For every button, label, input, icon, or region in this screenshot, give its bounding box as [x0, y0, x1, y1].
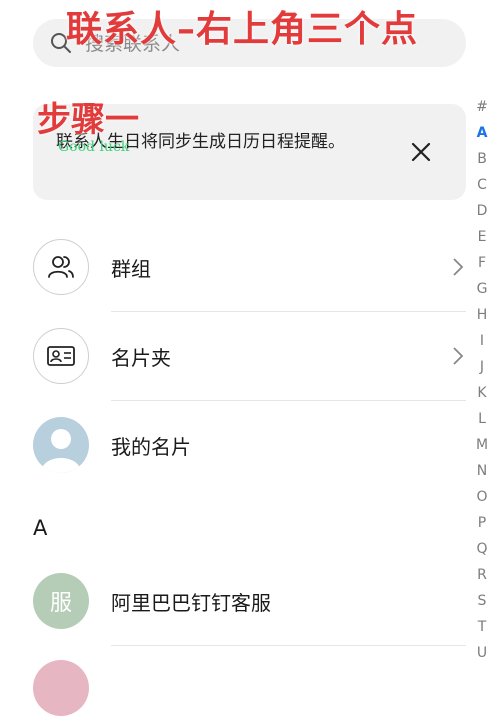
- index-letter[interactable]: E: [468, 224, 496, 250]
- alphabet-index[interactable]: # A B C D E F G H I J K L M N O P Q R S T U: [468, 94, 496, 666]
- groups-row[interactable]: 群组: [33, 223, 466, 311]
- contact-row[interactable]: 服 阿里巴巴钉钉客服: [33, 557, 466, 645]
- card-holder-row[interactable]: 名片夹: [33, 312, 466, 400]
- index-letter[interactable]: Q: [468, 536, 496, 562]
- index-letter[interactable]: F: [468, 250, 496, 276]
- my-card-row[interactable]: 我的名片: [33, 401, 466, 489]
- contact-avatar: 服: [33, 573, 89, 629]
- my-avatar: [33, 417, 89, 473]
- index-letter[interactable]: K: [468, 380, 496, 406]
- index-letter[interactable]: S: [468, 588, 496, 614]
- index-letter[interactable]: M: [468, 432, 496, 458]
- index-letter[interactable]: U: [468, 640, 496, 666]
- index-letter[interactable]: R: [468, 562, 496, 588]
- index-letter[interactable]: J: [468, 354, 496, 380]
- index-letter[interactable]: L: [468, 406, 496, 432]
- person-placeholder-icon: [41, 429, 81, 473]
- index-letter[interactable]: #: [468, 94, 496, 120]
- index-letter[interactable]: P: [468, 510, 496, 536]
- contact-avatar: [33, 660, 89, 716]
- watermark-text: Good luck: [58, 139, 130, 155]
- groups-label: 群组: [111, 257, 151, 281]
- card-holder-avatar: [33, 328, 89, 384]
- index-letter[interactable]: O: [468, 484, 496, 510]
- business-card-icon: [47, 346, 75, 366]
- chevron-right-icon: [453, 258, 464, 276]
- index-letter[interactable]: C: [468, 172, 496, 198]
- index-letter[interactable]: A: [468, 120, 496, 146]
- annotation-title: 联系人–右上角三个点: [66, 8, 419, 50]
- index-letter[interactable]: D: [468, 198, 496, 224]
- section-header-a: A: [33, 516, 48, 540]
- divider: [111, 645, 466, 646]
- annotation-step: 步骤一: [37, 100, 139, 140]
- index-letter[interactable]: G: [468, 276, 496, 302]
- group-icon: [48, 256, 74, 278]
- index-letter[interactable]: N: [468, 458, 496, 484]
- chevron-right-icon: [453, 347, 464, 365]
- contact-name: 阿里巴巴钉钉客服: [111, 591, 271, 615]
- close-icon[interactable]: [409, 140, 433, 164]
- index-letter[interactable]: I: [468, 328, 496, 354]
- index-letter[interactable]: B: [468, 146, 496, 172]
- card-holder-label: 名片夹: [111, 346, 171, 370]
- index-letter[interactable]: H: [468, 302, 496, 328]
- groups-avatar: [33, 239, 89, 295]
- my-card-label: 我的名片: [111, 435, 191, 459]
- index-letter[interactable]: T: [468, 614, 496, 640]
